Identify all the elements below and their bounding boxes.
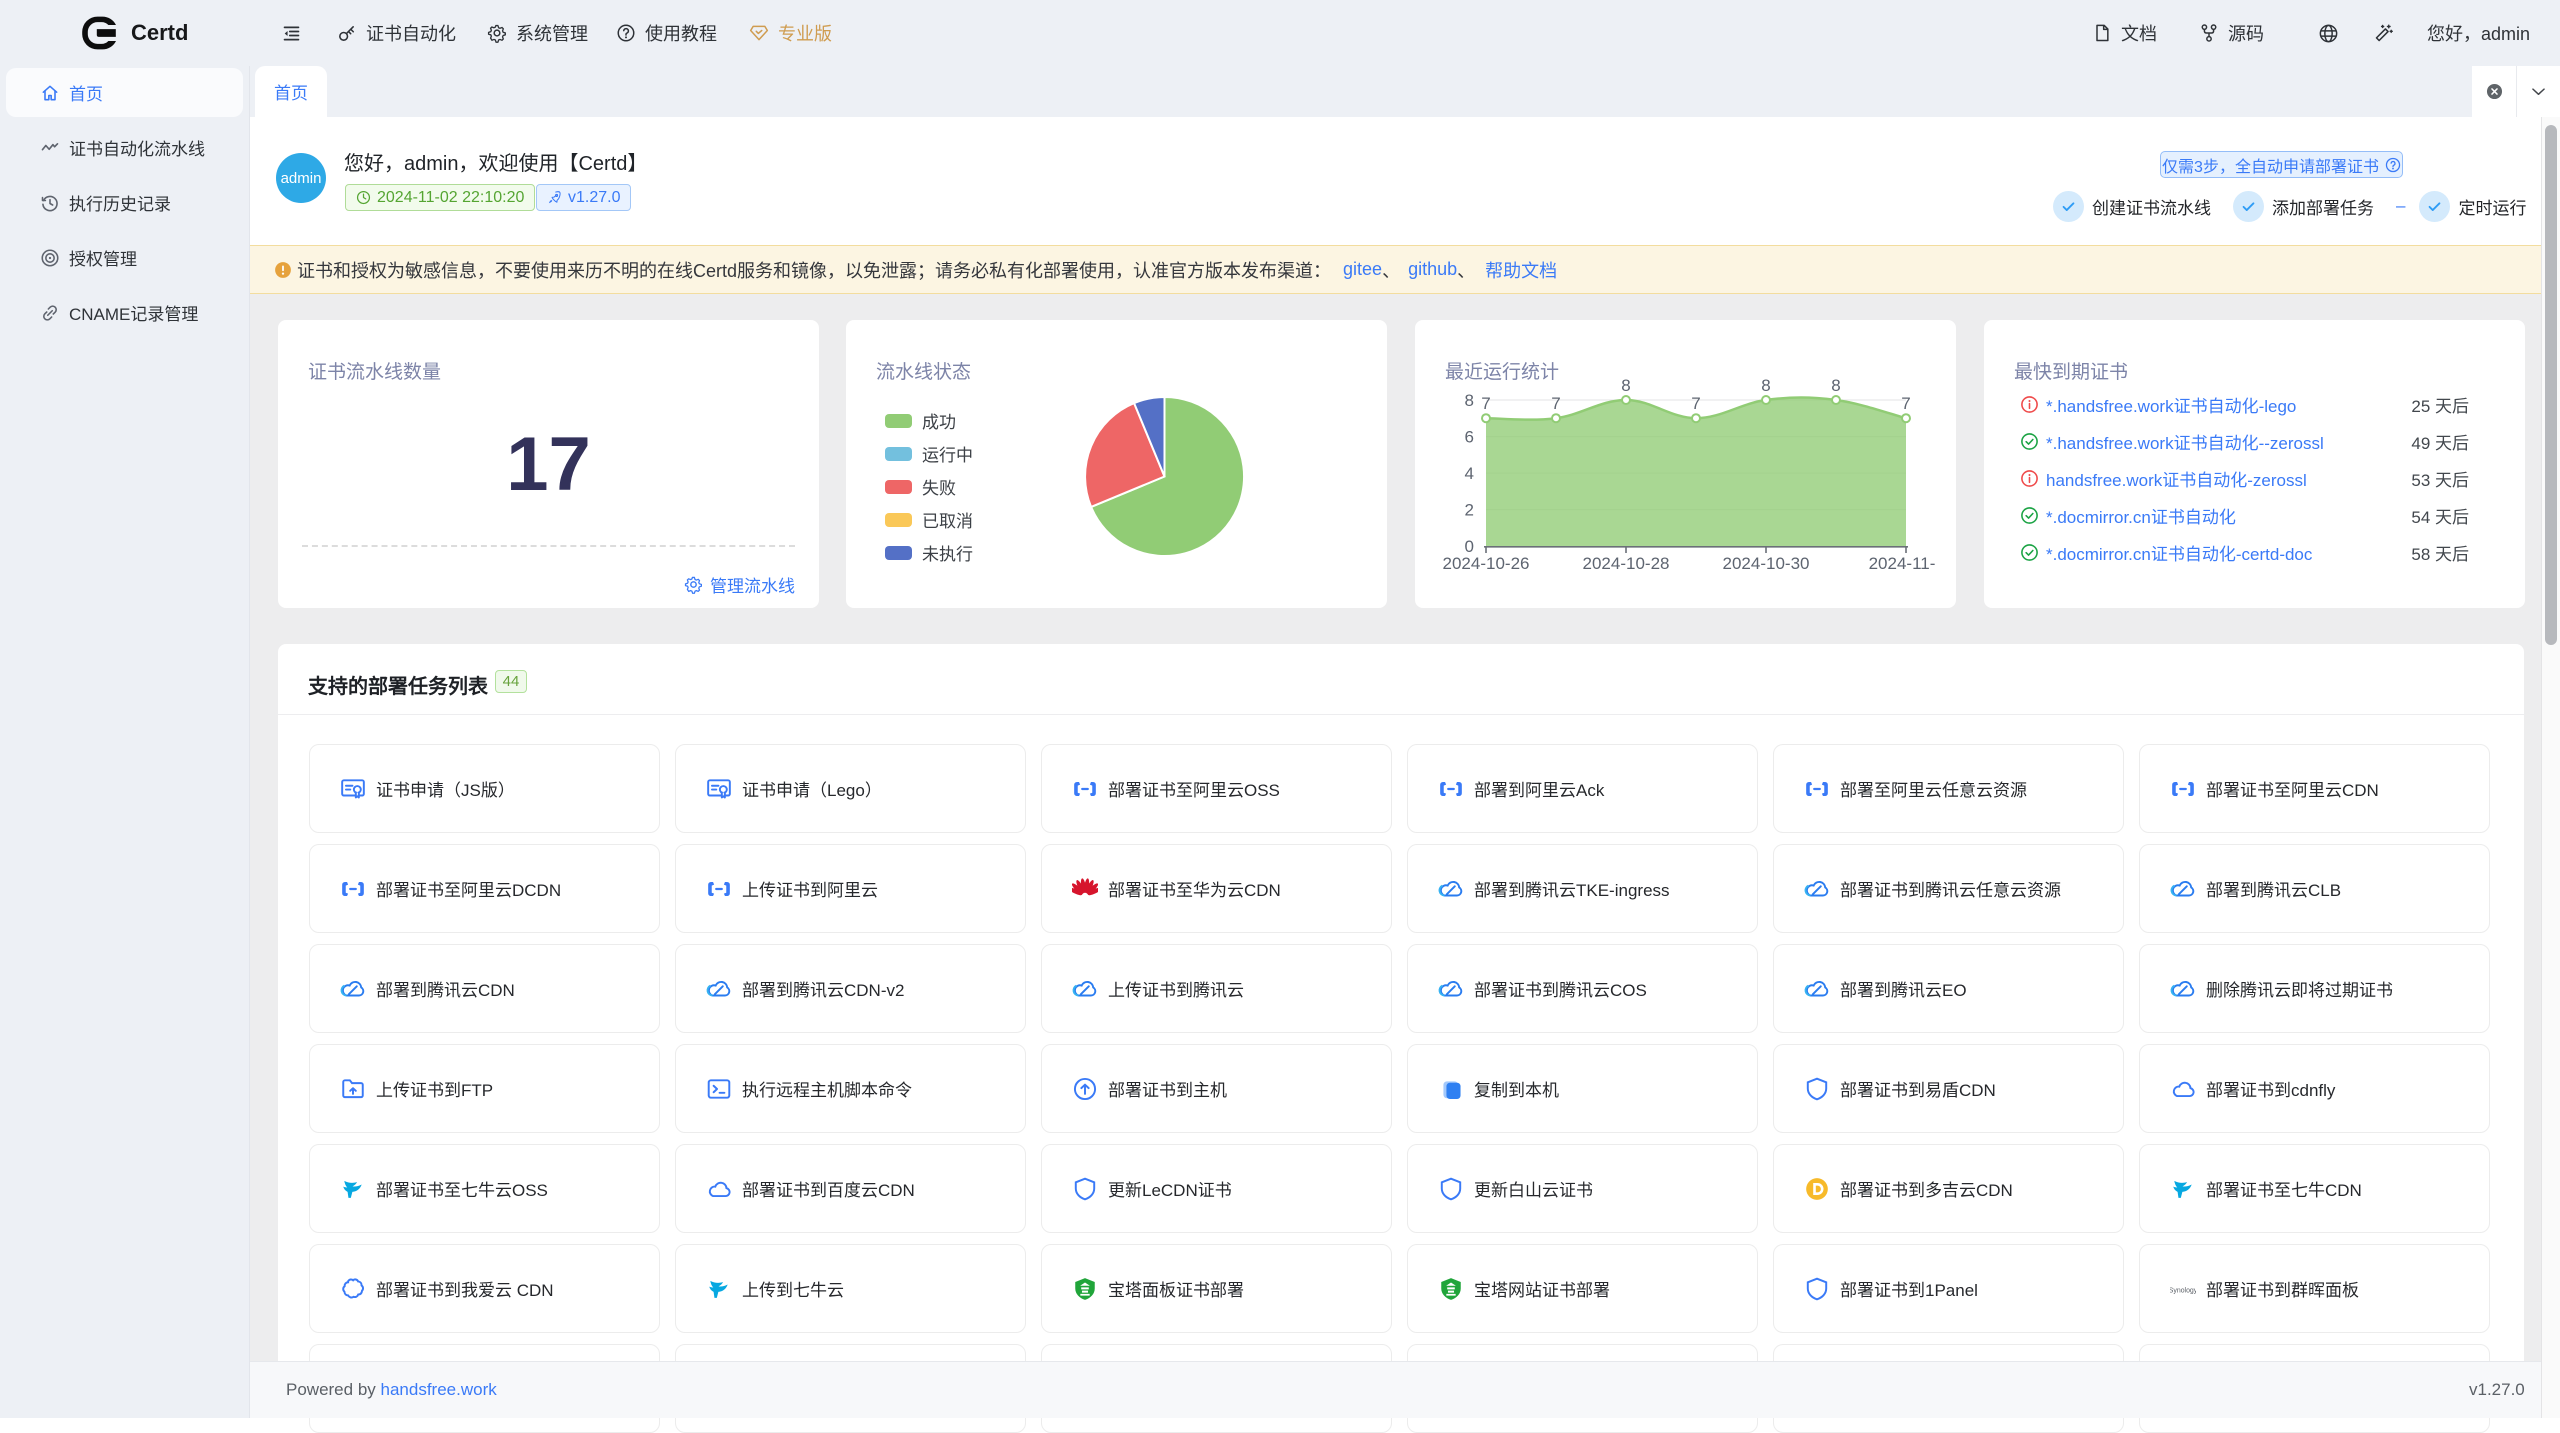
svg-text:Synology: Synology [2170,1287,2196,1294]
